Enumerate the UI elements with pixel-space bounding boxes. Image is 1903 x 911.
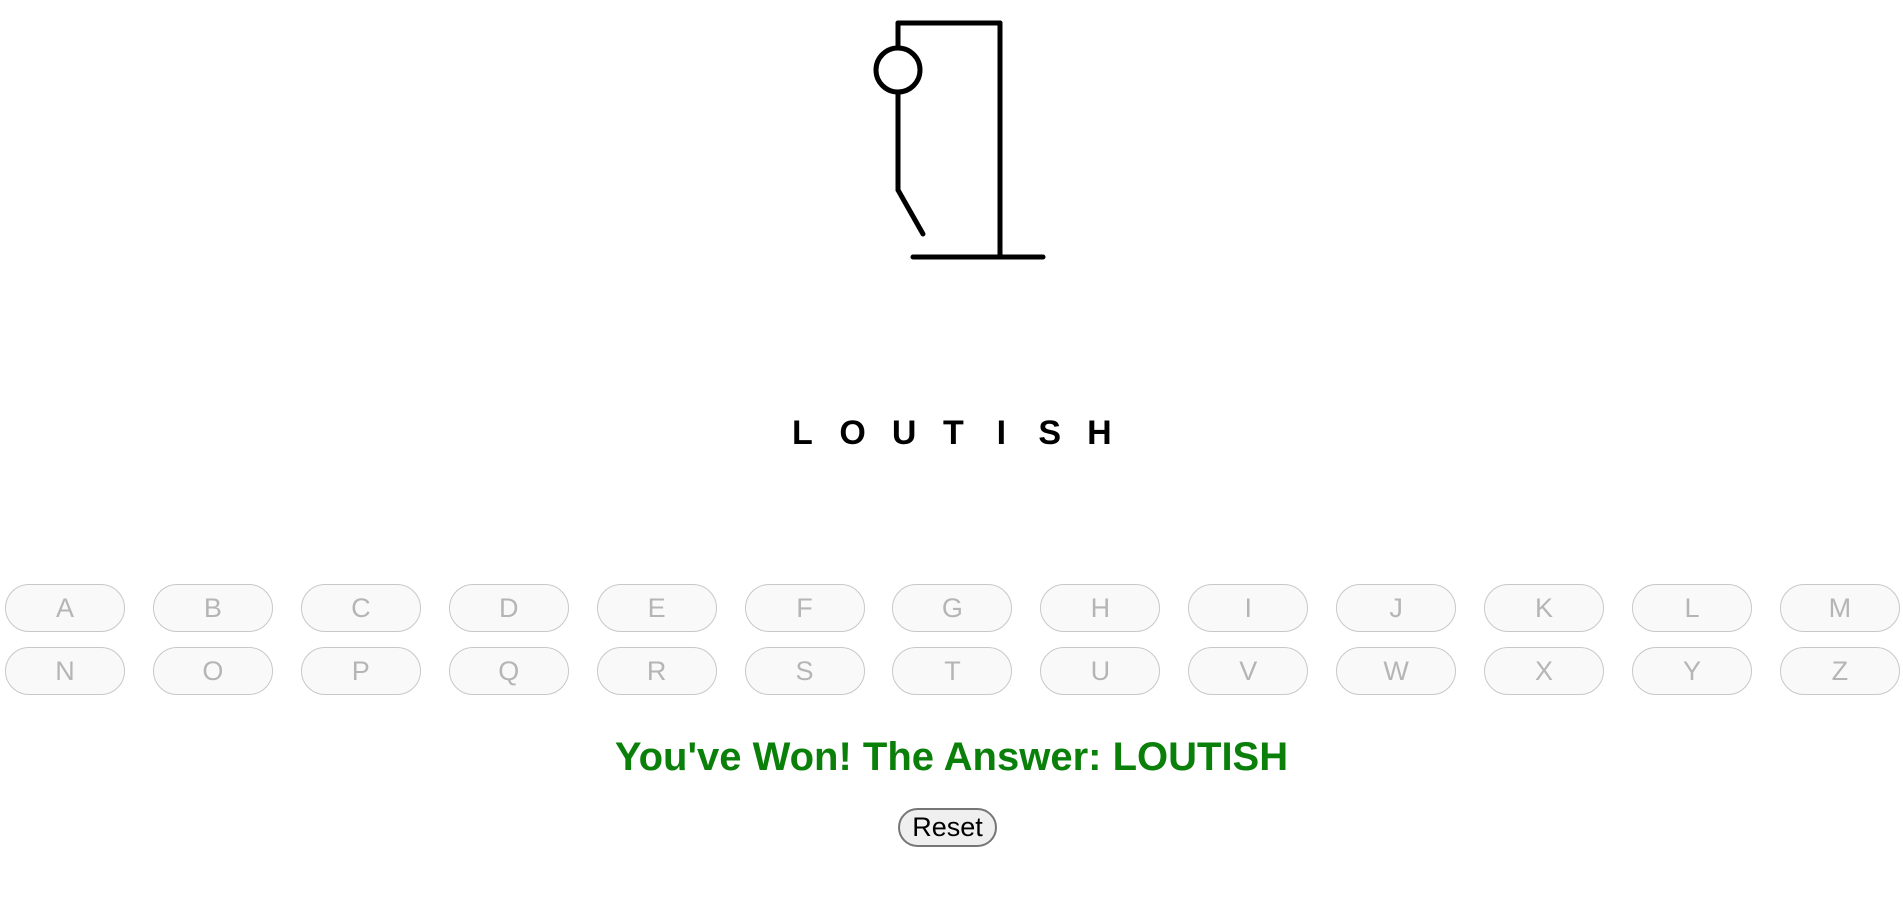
letter-key-t[interactable]: T: [892, 647, 1013, 695]
letter-key-d[interactable]: D: [448, 584, 569, 632]
letter-key-f[interactable]: F: [744, 584, 865, 632]
letter-key-a[interactable]: A: [5, 584, 125, 632]
word-letter: U: [891, 413, 917, 452]
letter-key-i[interactable]: I: [1188, 584, 1309, 632]
letter-key-k[interactable]: K: [1484, 584, 1605, 632]
letter-key-s[interactable]: S: [744, 647, 865, 695]
letter-key-j[interactable]: J: [1336, 584, 1457, 632]
word-letter: T: [942, 413, 964, 452]
letter-key-h[interactable]: H: [1040, 584, 1161, 632]
keyboard-row-1: A B C D E F G H I J K L M: [5, 584, 1900, 634]
letter-key-r[interactable]: R: [596, 647, 717, 695]
letter-key-y[interactable]: Y: [1631, 647, 1752, 695]
keyboard-row-2: N O P Q R S T U V W X Y Z: [5, 647, 1900, 697]
letter-key-m[interactable]: M: [1779, 584, 1900, 632]
letter-key-o[interactable]: O: [152, 647, 273, 695]
letter-key-z[interactable]: Z: [1779, 647, 1900, 695]
hangman-head: [873, 45, 923, 95]
letter-key-g[interactable]: G: [892, 584, 1013, 632]
hangman-leg: [895, 187, 926, 237]
word-letter: I: [996, 413, 1007, 452]
letter-key-u[interactable]: U: [1040, 647, 1161, 695]
hangman-drawing: [873, 20, 1046, 260]
word-letter: H: [1087, 413, 1112, 452]
win-message: You've Won! The Answer: LOUTISH: [614, 735, 1289, 779]
reset-button[interactable]: Reset: [898, 808, 997, 847]
letter-key-v[interactable]: V: [1188, 647, 1309, 695]
letter-key-n[interactable]: N: [5, 647, 125, 695]
letter-key-b[interactable]: B: [152, 584, 273, 632]
word-letter: S: [1038, 413, 1062, 452]
letter-key-e[interactable]: E: [596, 584, 717, 632]
letter-key-l[interactable]: L: [1631, 584, 1752, 632]
letter-key-p[interactable]: P: [300, 647, 421, 695]
letter-key-c[interactable]: C: [300, 584, 421, 632]
letter-key-w[interactable]: W: [1336, 647, 1457, 695]
word-letter: L: [791, 413, 813, 452]
word-display: L O U T I S H: [0, 408, 1903, 458]
letter-key-x[interactable]: X: [1484, 647, 1605, 695]
word-letter: O: [839, 413, 866, 452]
letter-key-q[interactable]: Q: [448, 647, 569, 695]
